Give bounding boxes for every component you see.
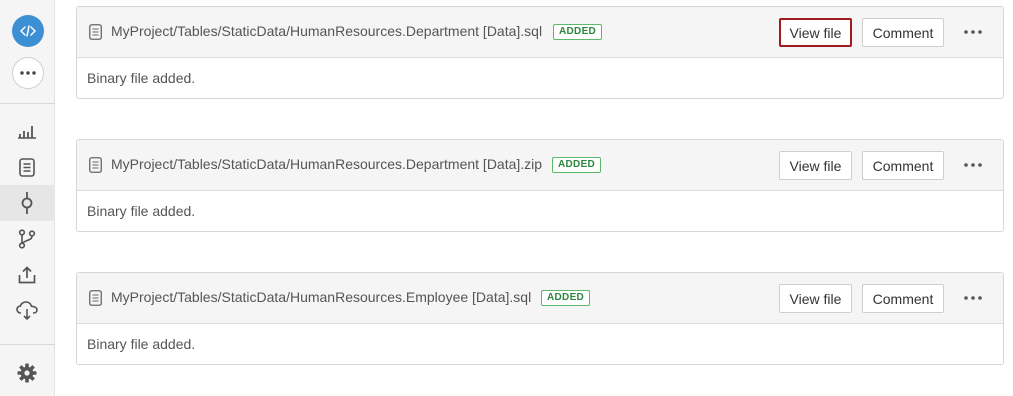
sidebar-item-settings[interactable] <box>0 355 54 391</box>
view-file-button[interactable]: View file <box>779 151 852 180</box>
upload-icon <box>18 266 36 284</box>
more-options-icon[interactable] <box>959 24 987 40</box>
file-path[interactable]: MyProject/Tables/StaticData/HumanResourc… <box>111 289 531 305</box>
status-badge: ADDED <box>552 157 602 173</box>
file-icon <box>89 290 102 306</box>
file-card-header: MyProject/Tables/StaticData/HumanResourc… <box>77 273 1003 324</box>
status-badge: ADDED <box>553 24 603 40</box>
document-icon <box>19 157 35 177</box>
file-diff-message: Binary file added. <box>87 70 196 86</box>
sidebar-item-branches[interactable] <box>0 221 54 257</box>
view-file-button[interactable]: View file <box>779 18 852 47</box>
file-card: MyProject/Tables/StaticData/HumanResourc… <box>76 272 1004 365</box>
gear-icon <box>17 363 37 383</box>
bar-chart-icon <box>18 126 36 139</box>
sidebar-item-files[interactable] <box>0 149 54 185</box>
sidebar <box>0 0 55 396</box>
file-diff-message: Binary file added. <box>87 203 196 219</box>
file-diff-message: Binary file added. <box>87 336 196 352</box>
comment-button[interactable]: Comment <box>862 284 944 313</box>
status-badge: ADDED <box>541 290 591 306</box>
sidebar-divider <box>0 344 55 345</box>
sidebar-divider <box>0 103 55 104</box>
comment-button[interactable]: Comment <box>862 18 944 47</box>
comment-button[interactable]: Comment <box>862 151 944 180</box>
more-options-icon[interactable] <box>959 290 987 306</box>
code-icon[interactable] <box>12 15 44 47</box>
file-icon <box>89 24 102 40</box>
sidebar-item-commits[interactable] <box>0 185 54 221</box>
sidebar-item-upload[interactable] <box>0 257 54 293</box>
file-icon <box>89 157 102 173</box>
ellipsis-icon[interactable] <box>12 57 44 89</box>
file-card: MyProject/Tables/StaticData/HumanResourc… <box>76 139 1004 232</box>
file-card-header: MyProject/Tables/StaticData/HumanResourc… <box>77 140 1003 191</box>
sidebar-item-cloud[interactable] <box>0 293 54 329</box>
more-options-icon[interactable] <box>959 157 987 173</box>
file-path[interactable]: MyProject/Tables/StaticData/HumanResourc… <box>111 23 542 39</box>
file-card: MyProject/Tables/StaticData/HumanResourc… <box>76 6 1004 99</box>
file-card-header: MyProject/Tables/StaticData/HumanResourc… <box>77 7 1003 58</box>
sidebar-item-stats[interactable] <box>0 113 54 149</box>
view-file-button[interactable]: View file <box>779 284 852 313</box>
file-path[interactable]: MyProject/Tables/StaticData/HumanResourc… <box>111 156 542 172</box>
cloud-download-icon <box>16 301 38 321</box>
branch-icon <box>18 229 36 249</box>
commit-icon <box>21 192 33 214</box>
